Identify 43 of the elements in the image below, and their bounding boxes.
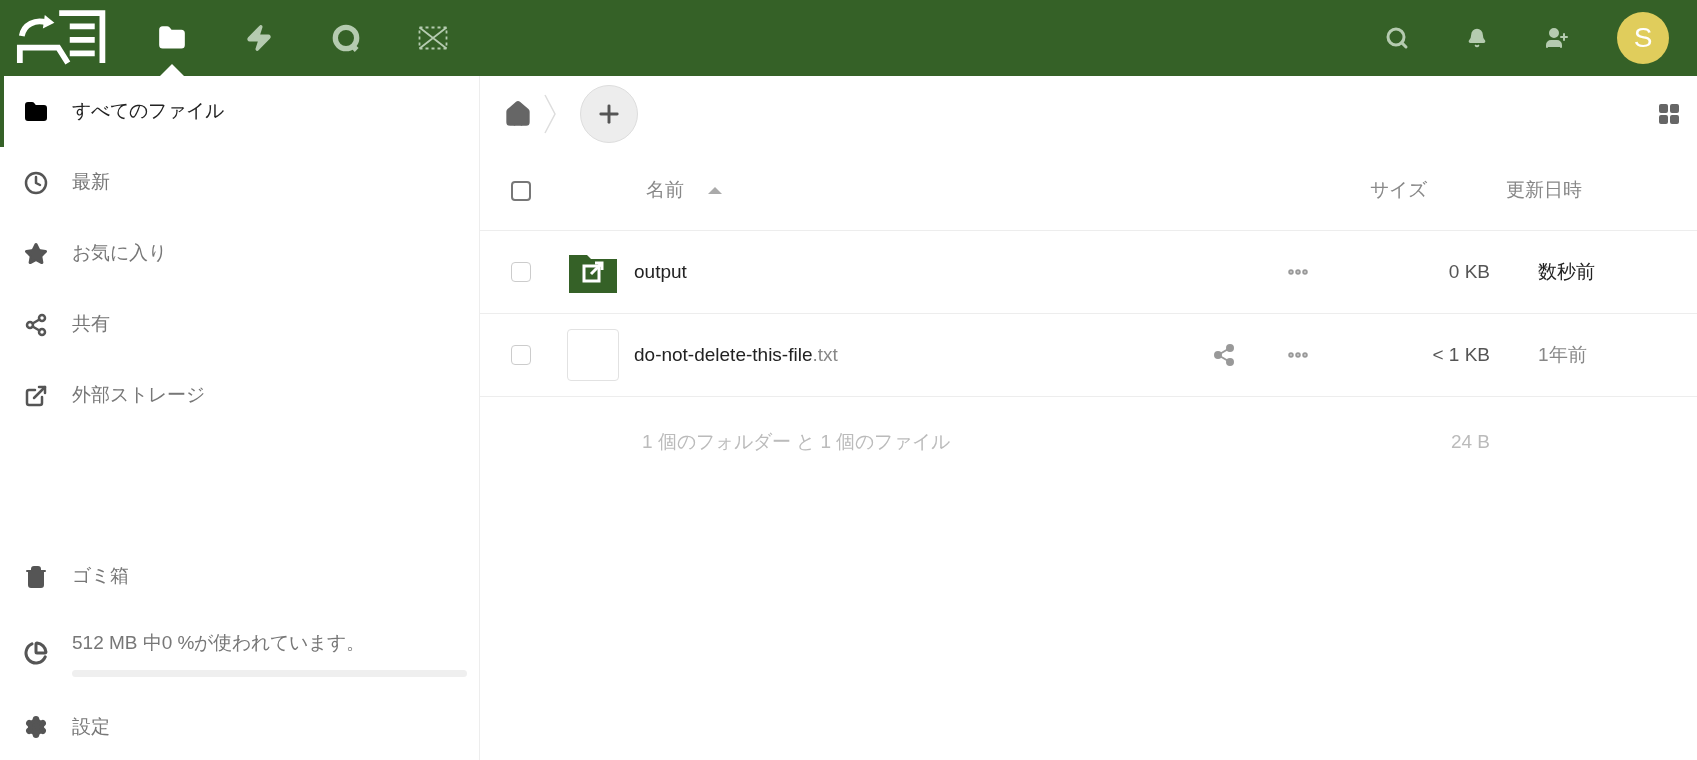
column-header[interactable]: 更新日時 bbox=[1490, 176, 1697, 205]
settings-item[interactable]: 設定 bbox=[0, 694, 479, 760]
settings-icon bbox=[24, 715, 48, 739]
file-size: 0 KB bbox=[1447, 259, 1490, 284]
modified-time: 数秒前 bbox=[1537, 259, 1596, 284]
sidebar-item[interactable]: お気に入り bbox=[0, 218, 479, 289]
file-row[interactable]: output 0 KB 数秒前 bbox=[480, 231, 1697, 314]
folder-icon bbox=[24, 99, 48, 124]
folder-icon bbox=[157, 24, 186, 52]
file-row[interactable]: do-not-delete-this-file.txt < 1 KB 1年前 bbox=[480, 314, 1697, 397]
file-name[interactable]: do-not-delete-this-file.txt bbox=[634, 340, 838, 370]
active-indicator-icon bbox=[159, 64, 184, 76]
modified-time: 1年前 bbox=[1537, 342, 1588, 367]
search-icon bbox=[1385, 26, 1409, 50]
summary-text: 1 個のフォルダー と 1 個のファイル bbox=[642, 429, 951, 454]
breadcrumb-separator-icon bbox=[544, 93, 556, 134]
sidebar-item[interactable]: 外部ストレージ bbox=[0, 360, 479, 431]
grid-view-icon[interactable] bbox=[1657, 101, 1681, 126]
sidebar-item[interactable]: ゴミ箱 bbox=[0, 541, 479, 612]
summary-size: 24 B bbox=[1449, 429, 1490, 454]
file-name[interactable]: output bbox=[634, 257, 687, 287]
select-all-checkbox[interactable] bbox=[511, 180, 531, 201]
column-header[interactable]: 名前 bbox=[646, 176, 684, 205]
row-checkbox[interactable] bbox=[511, 345, 531, 365]
quota-pie-icon bbox=[24, 641, 48, 665]
row-checkbox[interactable] bbox=[511, 262, 531, 282]
external-link-icon bbox=[24, 383, 48, 408]
quota-text: 512 MB 中0 %が使われています。 bbox=[72, 631, 367, 656]
share-icon bbox=[24, 312, 48, 337]
clock-icon bbox=[24, 170, 48, 195]
home-icon[interactable] bbox=[504, 99, 532, 128]
lightning-icon bbox=[244, 24, 273, 52]
share-icon[interactable] bbox=[1212, 343, 1236, 367]
sidebar-item[interactable]: すべてのファイル bbox=[0, 76, 479, 147]
contacts-icon bbox=[1545, 26, 1569, 50]
trash-icon bbox=[24, 564, 48, 589]
column-header[interactable]: サイズ bbox=[1370, 176, 1490, 205]
sidebar-item[interactable]: 共有 bbox=[0, 289, 479, 360]
bell-icon bbox=[1467, 28, 1487, 48]
document-thumbnail bbox=[567, 329, 619, 381]
sidebar-item[interactable]: 最新 bbox=[0, 147, 479, 218]
file-size: < 1 KB bbox=[1431, 342, 1490, 367]
star-icon bbox=[24, 241, 48, 266]
